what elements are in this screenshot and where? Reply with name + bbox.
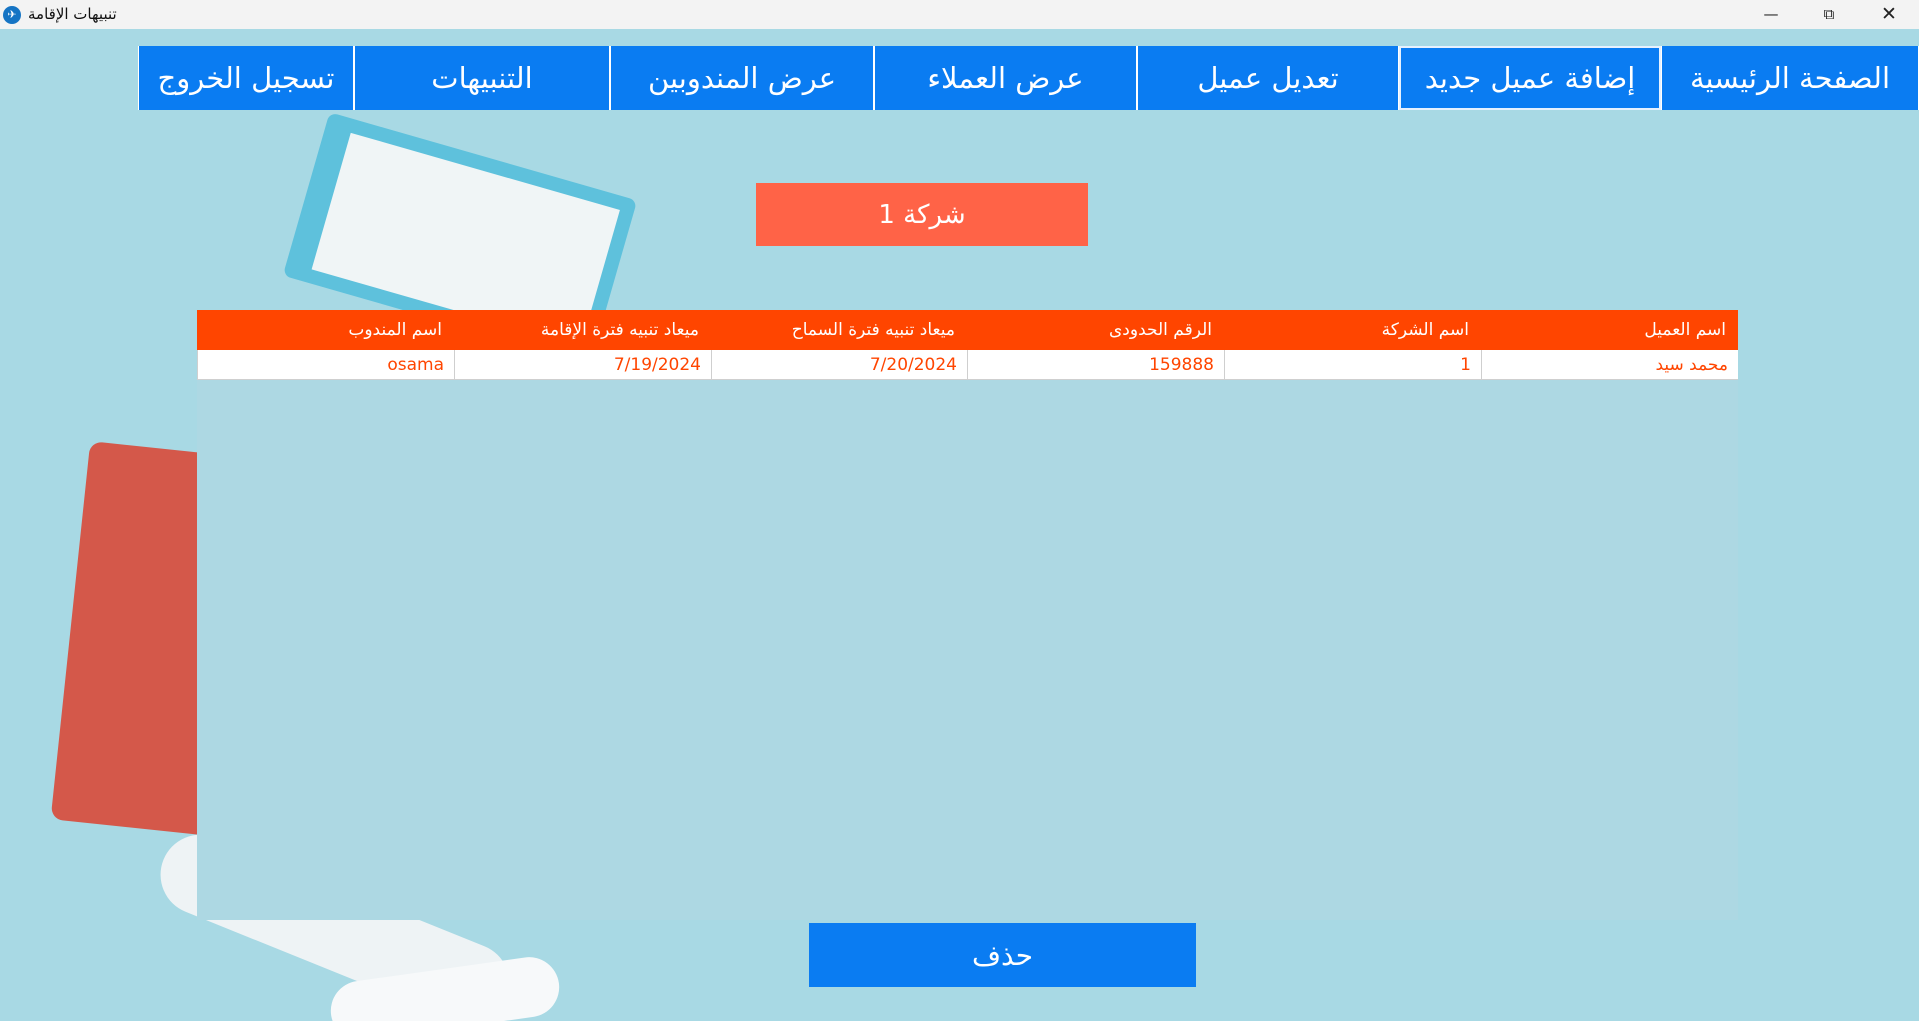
column-header[interactable]: ميعاد تنبيه فترة الإقامة: [454, 310, 711, 350]
residency-alert-cell[interactable]: 7/19/2024: [454, 350, 711, 379]
main-window: تسجيل الخروج التنبيهات عرض المندوبين عرض…: [0, 29, 1919, 1021]
top-nav: تسجيل الخروج التنبيهات عرض المندوبين عرض…: [138, 46, 1919, 110]
view-clients-button[interactable]: عرض العملاء: [874, 46, 1137, 110]
company-name-cell[interactable]: 1: [1224, 350, 1481, 379]
edit-client-button[interactable]: تعديل عميل: [1137, 46, 1399, 110]
alerts-button[interactable]: التنبيهات: [354, 46, 610, 110]
title-bar: ✈ تنبيهات الإقامة — ⧉ ✕: [0, 0, 1919, 29]
table-header: اسم العميل اسم الشركة الرقم الحدودى ميعا…: [197, 310, 1738, 350]
column-header[interactable]: ميعاد تنبيه فترة السماح: [711, 310, 967, 350]
border-number-cell[interactable]: 159888: [967, 350, 1224, 379]
table-row[interactable]: محمد سيد 1 159888 7/20/2024 7/19/2024 os…: [197, 350, 1738, 380]
column-header[interactable]: اسم المندوب: [197, 310, 454, 350]
delete-button[interactable]: حذف: [809, 923, 1196, 987]
logout-button[interactable]: تسجيل الخروج: [138, 46, 354, 110]
column-header[interactable]: اسم الشركة: [1224, 310, 1481, 350]
column-header[interactable]: اسم العميل: [1481, 310, 1738, 350]
home-button[interactable]: الصفحة الرئيسية: [1661, 46, 1919, 110]
app-plane-icon: ✈: [3, 6, 21, 24]
minimize-icon[interactable]: —: [1742, 0, 1800, 29]
add-client-button[interactable]: إضافة عميل جديد: [1399, 46, 1661, 110]
delegate-name-cell[interactable]: osama: [197, 350, 454, 379]
client-name-cell[interactable]: محمد سيد: [1481, 350, 1738, 379]
window-title: تنبيهات الإقامة: [28, 5, 117, 23]
close-icon[interactable]: ✕: [1860, 0, 1918, 29]
restore-icon[interactable]: ⧉: [1800, 0, 1858, 29]
clients-table[interactable]: اسم العميل اسم الشركة الرقم الحدودى ميعا…: [197, 310, 1738, 920]
view-delegates-button[interactable]: عرض المندوبين: [610, 46, 874, 110]
company-button[interactable]: شركة 1: [756, 183, 1088, 246]
column-header[interactable]: الرقم الحدودى: [967, 310, 1224, 350]
grace-period-alert-cell[interactable]: 7/20/2024: [711, 350, 967, 379]
